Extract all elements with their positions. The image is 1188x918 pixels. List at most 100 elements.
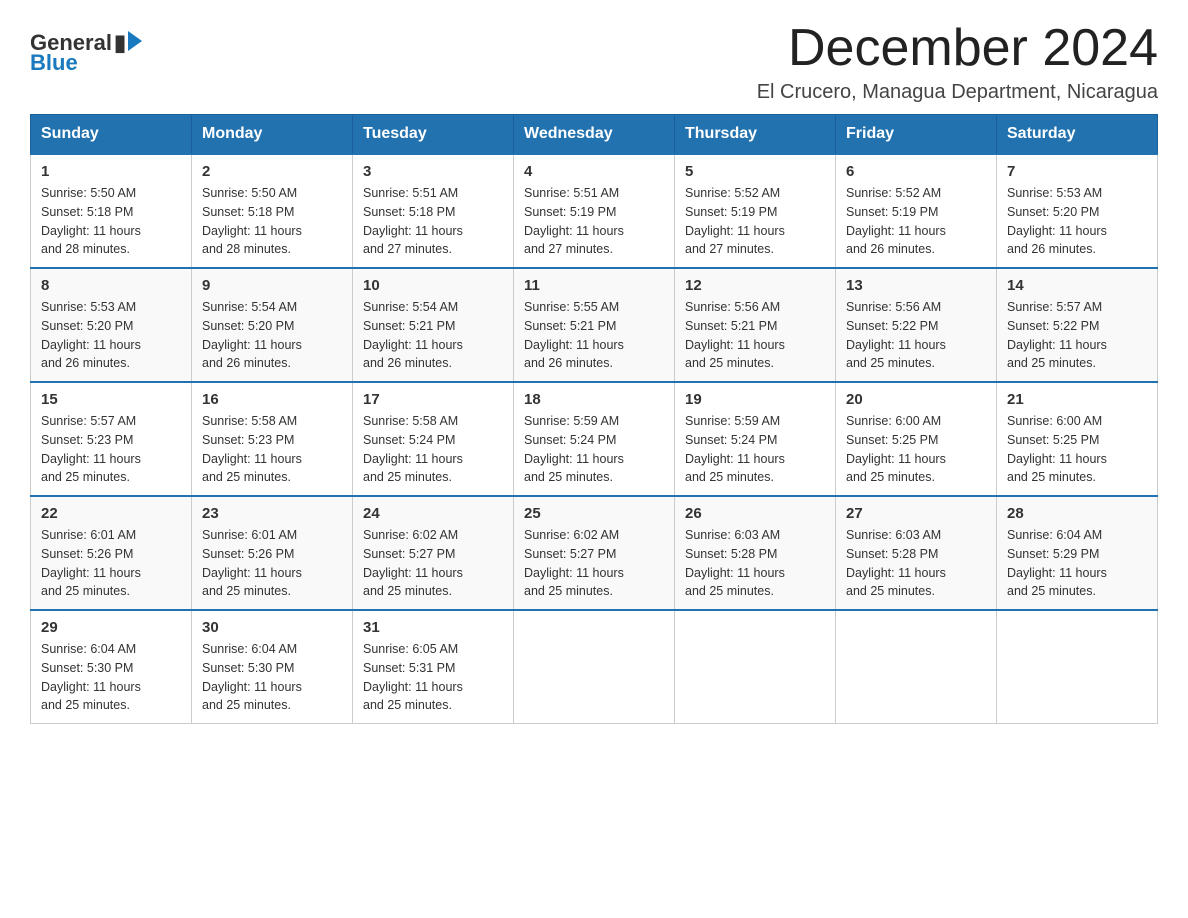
calendar-cell: 5 Sunrise: 5:52 AM Sunset: 5:19 PM Dayli…: [675, 154, 836, 268]
calendar-cell: 1 Sunrise: 5:50 AM Sunset: 5:18 PM Dayli…: [31, 154, 192, 268]
calendar-cell: 21 Sunrise: 6:00 AM Sunset: 5:25 PM Dayl…: [997, 382, 1158, 496]
header-thursday: Thursday: [675, 115, 836, 155]
day-number: 27: [846, 505, 986, 522]
day-info: Sunrise: 5:58 AM Sunset: 5:23 PM Dayligh…: [202, 412, 342, 487]
day-info: Sunrise: 5:57 AM Sunset: 5:22 PM Dayligh…: [1007, 298, 1147, 373]
header-tuesday: Tuesday: [353, 115, 514, 155]
day-number: 6: [846, 163, 986, 180]
calendar-cell: 4 Sunrise: 5:51 AM Sunset: 5:19 PM Dayli…: [514, 154, 675, 268]
day-number: 4: [524, 163, 664, 180]
title-area: December 2024 El Crucero, Managua Depart…: [757, 20, 1158, 104]
calendar-table: SundayMondayTuesdayWednesdayThursdayFrid…: [30, 114, 1158, 724]
calendar-cell: [514, 610, 675, 724]
day-info: Sunrise: 5:53 AM Sunset: 5:20 PM Dayligh…: [41, 298, 181, 373]
header-wednesday: Wednesday: [514, 115, 675, 155]
day-info: Sunrise: 6:04 AM Sunset: 5:30 PM Dayligh…: [202, 640, 342, 715]
week-row-3: 15 Sunrise: 5:57 AM Sunset: 5:23 PM Dayl…: [31, 382, 1158, 496]
calendar-cell: 26 Sunrise: 6:03 AM Sunset: 5:28 PM Dayl…: [675, 496, 836, 610]
day-info: Sunrise: 6:05 AM Sunset: 5:31 PM Dayligh…: [363, 640, 503, 715]
day-number: 26: [685, 505, 825, 522]
calendar-cell: 3 Sunrise: 5:51 AM Sunset: 5:18 PM Dayli…: [353, 154, 514, 268]
day-info: Sunrise: 5:52 AM Sunset: 5:19 PM Dayligh…: [846, 184, 986, 259]
calendar-cell: 27 Sunrise: 6:03 AM Sunset: 5:28 PM Dayl…: [836, 496, 997, 610]
day-number: 25: [524, 505, 664, 522]
day-info: Sunrise: 5:52 AM Sunset: 5:19 PM Dayligh…: [685, 184, 825, 259]
day-info: Sunrise: 6:02 AM Sunset: 5:27 PM Dayligh…: [363, 526, 503, 601]
day-number: 2: [202, 163, 342, 180]
day-number: 7: [1007, 163, 1147, 180]
calendar-cell: 2 Sunrise: 5:50 AM Sunset: 5:18 PM Dayli…: [192, 154, 353, 268]
day-info: Sunrise: 6:01 AM Sunset: 5:26 PM Dayligh…: [202, 526, 342, 601]
header-sunday: Sunday: [31, 115, 192, 155]
day-number: 3: [363, 163, 503, 180]
day-info: Sunrise: 6:03 AM Sunset: 5:28 PM Dayligh…: [685, 526, 825, 601]
day-number: 21: [1007, 391, 1147, 408]
logo-blue-text: Blue: [30, 50, 78, 76]
day-info: Sunrise: 5:59 AM Sunset: 5:24 PM Dayligh…: [685, 412, 825, 487]
week-row-5: 29 Sunrise: 6:04 AM Sunset: 5:30 PM Dayl…: [31, 610, 1158, 724]
day-number: 12: [685, 277, 825, 294]
day-number: 30: [202, 619, 342, 636]
logo: General ▮ Blue: [30, 30, 142, 76]
calendar-cell: 9 Sunrise: 5:54 AM Sunset: 5:20 PM Dayli…: [192, 268, 353, 382]
day-info: Sunrise: 5:50 AM Sunset: 5:18 PM Dayligh…: [202, 184, 342, 259]
day-number: 13: [846, 277, 986, 294]
week-row-1: 1 Sunrise: 5:50 AM Sunset: 5:18 PM Dayli…: [31, 154, 1158, 268]
calendar-cell: 29 Sunrise: 6:04 AM Sunset: 5:30 PM Dayl…: [31, 610, 192, 724]
calendar-cell: 31 Sunrise: 6:05 AM Sunset: 5:31 PM Dayl…: [353, 610, 514, 724]
day-info: Sunrise: 5:59 AM Sunset: 5:24 PM Dayligh…: [524, 412, 664, 487]
day-info: Sunrise: 6:03 AM Sunset: 5:28 PM Dayligh…: [846, 526, 986, 601]
day-number: 1: [41, 163, 181, 180]
day-number: 19: [685, 391, 825, 408]
day-info: Sunrise: 5:56 AM Sunset: 5:21 PM Dayligh…: [685, 298, 825, 373]
header-saturday: Saturday: [997, 115, 1158, 155]
day-number: 18: [524, 391, 664, 408]
location-title: El Crucero, Managua Department, Nicaragu…: [757, 81, 1158, 104]
calendar-cell: 22 Sunrise: 6:01 AM Sunset: 5:26 PM Dayl…: [31, 496, 192, 610]
calendar-cell: 7 Sunrise: 5:53 AM Sunset: 5:20 PM Dayli…: [997, 154, 1158, 268]
day-number: 14: [1007, 277, 1147, 294]
header-row: SundayMondayTuesdayWednesdayThursdayFrid…: [31, 115, 1158, 155]
calendar-cell: 13 Sunrise: 5:56 AM Sunset: 5:22 PM Dayl…: [836, 268, 997, 382]
day-info: Sunrise: 5:50 AM Sunset: 5:18 PM Dayligh…: [41, 184, 181, 259]
day-info: Sunrise: 6:04 AM Sunset: 5:30 PM Dayligh…: [41, 640, 181, 715]
calendar-cell: [836, 610, 997, 724]
week-row-4: 22 Sunrise: 6:01 AM Sunset: 5:26 PM Dayl…: [31, 496, 1158, 610]
calendar-cell: 18 Sunrise: 5:59 AM Sunset: 5:24 PM Dayl…: [514, 382, 675, 496]
day-number: 31: [363, 619, 503, 636]
calendar-cell: 12 Sunrise: 5:56 AM Sunset: 5:21 PM Dayl…: [675, 268, 836, 382]
calendar-cell: 11 Sunrise: 5:55 AM Sunset: 5:21 PM Dayl…: [514, 268, 675, 382]
calendar-cell: 16 Sunrise: 5:58 AM Sunset: 5:23 PM Dayl…: [192, 382, 353, 496]
day-info: Sunrise: 6:04 AM Sunset: 5:29 PM Dayligh…: [1007, 526, 1147, 601]
calendar-cell: 20 Sunrise: 6:00 AM Sunset: 5:25 PM Dayl…: [836, 382, 997, 496]
day-number: 8: [41, 277, 181, 294]
calendar-cell: 15 Sunrise: 5:57 AM Sunset: 5:23 PM Dayl…: [31, 382, 192, 496]
header: General ▮ Blue December 2024 El Crucero,…: [30, 20, 1158, 104]
calendar-cell: 6 Sunrise: 5:52 AM Sunset: 5:19 PM Dayli…: [836, 154, 997, 268]
day-info: Sunrise: 6:02 AM Sunset: 5:27 PM Dayligh…: [524, 526, 664, 601]
calendar-cell: 24 Sunrise: 6:02 AM Sunset: 5:27 PM Dayl…: [353, 496, 514, 610]
day-info: Sunrise: 6:01 AM Sunset: 5:26 PM Dayligh…: [41, 526, 181, 601]
calendar-cell: 23 Sunrise: 6:01 AM Sunset: 5:26 PM Dayl…: [192, 496, 353, 610]
calendar-cell: 17 Sunrise: 5:58 AM Sunset: 5:24 PM Dayl…: [353, 382, 514, 496]
day-info: Sunrise: 5:54 AM Sunset: 5:20 PM Dayligh…: [202, 298, 342, 373]
calendar-cell: 8 Sunrise: 5:53 AM Sunset: 5:20 PM Dayli…: [31, 268, 192, 382]
day-info: Sunrise: 5:58 AM Sunset: 5:24 PM Dayligh…: [363, 412, 503, 487]
day-number: 20: [846, 391, 986, 408]
day-number: 5: [685, 163, 825, 180]
day-number: 17: [363, 391, 503, 408]
day-number: 29: [41, 619, 181, 636]
calendar-cell: 19 Sunrise: 5:59 AM Sunset: 5:24 PM Dayl…: [675, 382, 836, 496]
day-number: 22: [41, 505, 181, 522]
day-info: Sunrise: 6:00 AM Sunset: 5:25 PM Dayligh…: [1007, 412, 1147, 487]
calendar-cell: 30 Sunrise: 6:04 AM Sunset: 5:30 PM Dayl…: [192, 610, 353, 724]
day-info: Sunrise: 5:51 AM Sunset: 5:19 PM Dayligh…: [524, 184, 664, 259]
day-number: 16: [202, 391, 342, 408]
day-number: 23: [202, 505, 342, 522]
calendar-cell: [675, 610, 836, 724]
month-title: December 2024: [757, 20, 1158, 77]
calendar-cell: [997, 610, 1158, 724]
day-number: 28: [1007, 505, 1147, 522]
header-monday: Monday: [192, 115, 353, 155]
calendar-cell: 10 Sunrise: 5:54 AM Sunset: 5:21 PM Dayl…: [353, 268, 514, 382]
